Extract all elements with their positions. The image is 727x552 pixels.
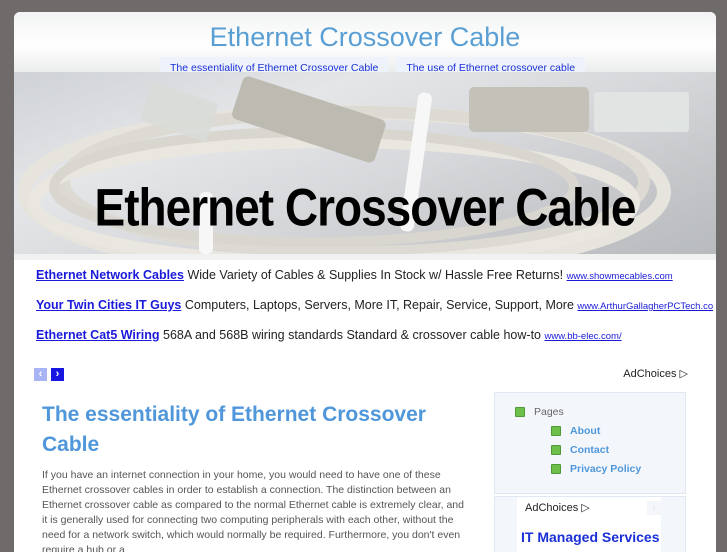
ad-title-link[interactable]: Ethernet Cat5 Wiring [36, 328, 160, 342]
ad-url-link[interactable]: www.bb-elec.com/ [545, 331, 622, 342]
sidebar-pages-widget: Pages About Contact Privacy Policy [494, 392, 686, 494]
sidebar-item-about[interactable]: About [551, 425, 600, 437]
bullet-icon [515, 407, 525, 417]
sidebar-ad-unit: AdChoices ▷ › IT Managed Services [517, 497, 661, 552]
ad-title-link[interactable]: Your Twin Cities IT Guys [36, 298, 181, 312]
ad-row: Ethernet Cat5 Wiring 568A and 568B wirin… [36, 328, 622, 342]
chevron-right-icon[interactable]: › [647, 501, 661, 515]
bullet-icon [551, 464, 561, 474]
article-title[interactable]: The essentiality of Ethernet Crossover C… [42, 400, 472, 460]
ad-row: Your Twin Cities IT Guys Computers, Lapt… [36, 298, 713, 312]
ad-url-link[interactable]: www.showmecables.com [567, 271, 673, 282]
site-header: Ethernet Crossover Cable The essentialit… [14, 12, 716, 79]
ad-row: Ethernet Network Cables Wide Variety of … [36, 268, 673, 282]
sidebar-item-pages: Pages [515, 406, 564, 418]
sidebar-ad-widget: AdChoices ▷ › IT Managed Services [494, 496, 686, 552]
main-content: The essentiality of Ethernet Crossover C… [14, 384, 716, 552]
adchoices-label: AdChoices [525, 502, 579, 514]
adchoices-icon: ▷ [679, 368, 688, 380]
sidebar-item-label[interactable]: Contact [570, 444, 609, 456]
sidebar-item-label[interactable]: About [570, 425, 600, 437]
ad-description: Computers, Laptops, Servers, More IT, Re… [184, 298, 574, 312]
chevron-left-icon[interactable]: ‹ [34, 368, 47, 381]
sidebar-item-privacy-policy[interactable]: Privacy Policy [551, 463, 641, 475]
ad-url-link[interactable]: www.ArthurGallagherPCTech.co [577, 301, 713, 312]
sidebar-pages-label: Pages [534, 406, 564, 418]
bullet-icon [551, 426, 561, 436]
banner-title: Ethernet Crossover Cable [94, 177, 637, 237]
bullet-icon [551, 445, 561, 455]
adchoices-link[interactable]: AdChoices ▷ [525, 501, 590, 514]
sidebar-item-label[interactable]: Privacy Policy [570, 463, 641, 475]
page-container: Ethernet Crossover Cable The essentialit… [14, 12, 716, 552]
article-body: If you have an internet connection in yo… [42, 469, 464, 552]
adchoices-label: AdChoices [623, 368, 677, 380]
adchoices-icon: ▷ [581, 502, 590, 514]
adchoices-link[interactable]: AdChoices ▷ [623, 367, 688, 380]
chevron-right-icon[interactable]: › [51, 368, 64, 381]
ad-title-link[interactable]: Ethernet Network Cables [36, 268, 184, 282]
site-title[interactable]: Ethernet Crossover Cable [14, 22, 716, 53]
sidebar-item-contact[interactable]: Contact [551, 444, 609, 456]
sidebar-ad-headline[interactable]: IT Managed Services [521, 529, 660, 545]
header-banner-image: Ethernet Crossover Cable [14, 72, 716, 254]
text-ad-unit: Ethernet Network Cables Wide Variety of … [14, 254, 716, 384]
ad-divider [14, 254, 716, 260]
ad-description: Wide Variety of Cables & Supplies In Sto… [187, 268, 564, 282]
ad-pager: ‹ › [34, 368, 64, 381]
ad-description: 568A and 568B wiring standards Standard … [163, 328, 542, 342]
